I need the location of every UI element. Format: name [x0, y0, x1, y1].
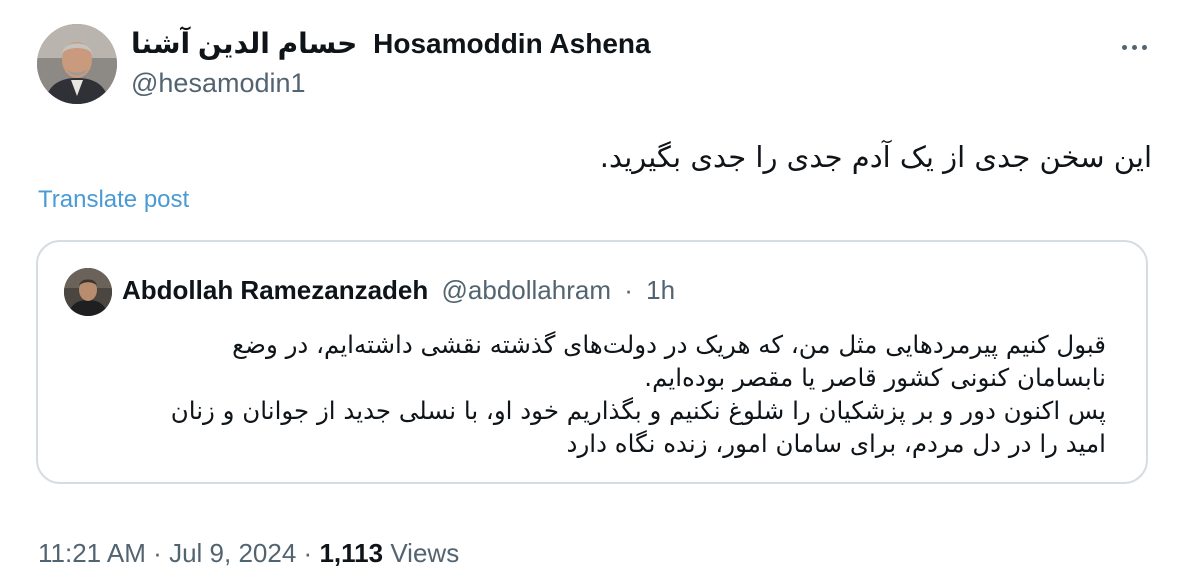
- tweet-text: این سخن جدی از یک آدم جدی را جدی بگیرید.: [599, 140, 1152, 174]
- translate-post-link[interactable]: Translate post: [38, 186, 189, 214]
- quoted-header: Abdollah Ramezanzadeh @abdollahram · 1h: [122, 275, 675, 306]
- quoted-author-avatar[interactable]: [64, 268, 112, 316]
- author-avatar[interactable]: [37, 24, 117, 104]
- quoted-text-line: امید را در دل مردم، برای سامان امور، زند…: [566, 429, 1106, 458]
- quoted-time[interactable]: 1h: [646, 275, 675, 305]
- more-options-button[interactable]: [1114, 26, 1154, 66]
- footer-separator: ·: [153, 538, 162, 568]
- more-horizontal-icon: [1119, 37, 1149, 55]
- quoted-text-line: قبول کنیم پیرمردهایی مثل من، که هریک در …: [232, 330, 1106, 359]
- tweet: حسام الدین آشنا Hosamoddin Ashena @hesam…: [0, 0, 1200, 582]
- quoted-tweet[interactable]: Abdollah Ramezanzadeh @abdollahram · 1h …: [36, 240, 1148, 484]
- tweet-footer: 11:21 AM · Jul 9, 2024 · 1,113 Views: [38, 538, 459, 569]
- post-time[interactable]: 11:21 AM: [38, 538, 146, 568]
- post-date[interactable]: Jul 9, 2024: [169, 538, 296, 568]
- author-handle[interactable]: @hesamodin1: [131, 68, 306, 99]
- footer-separator: ·: [303, 538, 313, 568]
- quoted-author-handle[interactable]: @abdollahram: [442, 275, 611, 305]
- quoted-author-name[interactable]: Abdollah Ramezanzadeh: [122, 275, 428, 305]
- quoted-text-line: پس اکنون دور و بر پزشکیان را شلوغ نکنیم …: [170, 396, 1106, 425]
- author-name[interactable]: حسام الدین آشنا Hosamoddin Ashena: [131, 27, 651, 60]
- author-name-persian: حسام الدین آشنا: [131, 28, 358, 59]
- quoted-text-line: نابسامان کنونی کشور قاصر یا مقصر بوده‌ای…: [644, 363, 1106, 392]
- author-name-latin: Hosamoddin Ashena: [373, 28, 651, 59]
- views-label: Views: [390, 538, 460, 568]
- views-count: 1,113: [319, 538, 384, 568]
- quoted-separator: ·: [624, 275, 633, 305]
- quoted-text: قبول کنیم پیرمردهایی مثل من، که هریک در …: [66, 328, 1106, 460]
